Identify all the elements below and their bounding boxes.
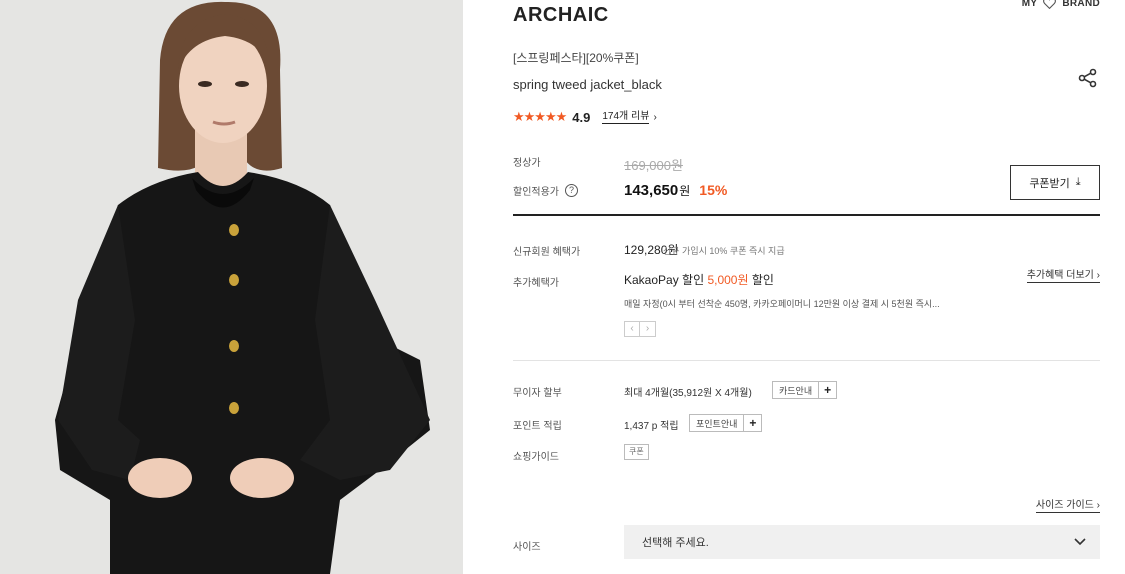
extra-benefit-more-link[interactable]: 추가혜택 더보기 › <box>1026 270 1100 283</box>
sale-price-currency: 원 <box>679 184 691 198</box>
divider <box>513 360 1100 361</box>
point-guide-plus-button[interactable]: + <box>744 414 763 432</box>
shopping-guide-coupon-badge[interactable]: 쿠폰 <box>624 444 649 460</box>
size-select[interactable]: 선택해 주세요. <box>624 525 1100 559</box>
size-select-placeholder: 선택해 주세요. <box>642 537 709 549</box>
installment-text: 최대 4개월(35,912원 X 4개월) <box>624 388 752 399</box>
brand-name[interactable]: ARCHAIC <box>513 4 609 27</box>
pager-next-button[interactable]: › <box>640 321 656 337</box>
rating-stars: ★★★★★ <box>513 109 567 124</box>
pager-prev-button[interactable]: ‹ <box>624 321 640 337</box>
help-icon[interactable]: ? <box>565 184 578 197</box>
new-member-label: 신규회원 혜택가 <box>513 247 581 258</box>
extra-benefit-label: 추가혜택가 <box>513 278 559 289</box>
new-member-note: 신규 가입시 10% 쿠폰 즉시 지급 <box>663 246 785 256</box>
point-guide-group: 포인트안내 + <box>689 414 763 432</box>
rating-score: 4.9 <box>572 109 591 125</box>
card-guide-button[interactable]: 카드안내 <box>772 381 820 399</box>
card-guide-group: 카드안내 + <box>772 381 838 399</box>
sale-price: 143,650 <box>624 182 679 199</box>
rating-row: ★★★★★ 4.9 174개 리뷰 › <box>513 109 657 125</box>
brand-label: BRAND <box>1062 0 1100 9</box>
heart-icon[interactable] <box>1043 0 1057 9</box>
extra-benefit-prefix: KakaoPay 할인 <box>624 273 708 287</box>
chevron-down-icon <box>1074 538 1086 546</box>
point-guide-button[interactable]: 포인트안내 <box>689 414 745 432</box>
sale-price-label: 할인적용가 <box>513 187 559 198</box>
point-text: 1,437 p 적립 <box>624 421 679 432</box>
card-guide-plus-button[interactable]: + <box>819 381 838 399</box>
regular-price: 169,000원 <box>624 158 683 173</box>
benefit-pager: ‹ › <box>624 321 656 337</box>
get-coupon-label: 쿠폰받기 <box>1029 177 1070 190</box>
chevron-right-icon: › <box>653 111 657 123</box>
extra-benefit-suffix: 할인 <box>748 273 774 287</box>
divider <box>513 214 1100 216</box>
installment-label: 무이자 할부 <box>513 388 562 399</box>
my-brand-toggle[interactable]: MY BRAND <box>1022 0 1100 9</box>
size-guide-link[interactable]: 사이즈 가이드 › <box>1035 500 1100 513</box>
my-label: MY <box>1021 0 1038 9</box>
size-label: 사이즈 <box>513 542 541 553</box>
sale-price-row: 143,650 원 15% <box>624 182 727 199</box>
model-photo-illustration <box>0 0 463 574</box>
product-image[interactable] <box>0 0 463 574</box>
discount-rate: 15% <box>699 182 728 198</box>
product-info-panel: MY BRAND ARCHAIC [스프링페스타][20%쿠폰] spring … <box>513 0 1100 574</box>
sale-price-label-row: 할인적용가 ? <box>513 183 578 198</box>
extra-benefit-amount: 5,000원 <box>707 273 749 287</box>
shopping-guide-label: 쇼핑가이드 <box>513 452 559 463</box>
point-label: 포인트 적립 <box>513 421 562 432</box>
download-icon: ⤓ <box>1075 176 1081 188</box>
share-icon[interactable] <box>1078 68 1098 88</box>
regular-price-label: 정상가 <box>513 158 541 169</box>
review-count-link[interactable]: 174개 리뷰 <box>602 111 650 124</box>
get-coupon-button[interactable]: 쿠폰받기 ⤓ <box>1010 165 1100 200</box>
product-title: spring tweed jacket_black <box>513 77 662 92</box>
promo-tag-line: [스프링페스타][20%쿠폰] <box>513 51 639 65</box>
extra-benefit-text: KakaoPay 할인 5,000원 할인 <box>624 271 774 288</box>
extra-benefit-description: 매일 자정(0시 부터 선착순 450명, 카카오페이머니 12만원 이상 결제… <box>624 299 940 309</box>
